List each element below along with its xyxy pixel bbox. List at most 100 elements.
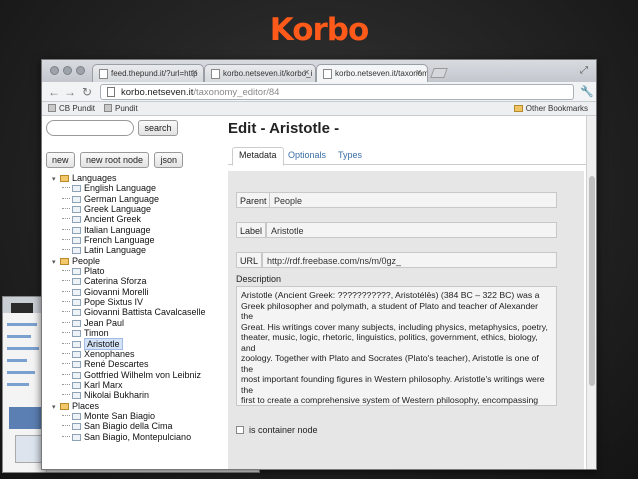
- description-line: first to create a comprehensive system o…: [241, 395, 539, 405]
- tree-node[interactable]: ▾ Languages: [52, 173, 236, 183]
- browser-tab-active[interactable]: korbo.netseven.it/taxonom ✕: [316, 64, 428, 82]
- parent-label: Parent: [236, 192, 271, 208]
- tree-connector: [62, 290, 70, 292]
- tree-node-label: Jean Paul: [84, 317, 125, 328]
- tree-node[interactable]: Xenophanes: [52, 349, 236, 359]
- tree-node[interactable]: Aristotle: [52, 337, 236, 350]
- tree-node-label: Italian Language: [84, 224, 151, 235]
- tree-connector: [62, 218, 70, 220]
- tree-node[interactable]: Ancient Greek: [52, 214, 236, 224]
- leaf-node-icon: [72, 237, 81, 245]
- close-window-icon[interactable]: [50, 66, 59, 75]
- tree-node[interactable]: German Language: [52, 194, 236, 204]
- page-content: search new new root node json ▾ Languages…: [42, 116, 596, 469]
- bookmark-cb-pundit[interactable]: CB Pundit: [48, 104, 95, 113]
- tab-types[interactable]: Types: [332, 148, 368, 162]
- close-tab-icon[interactable]: ✕: [303, 68, 310, 77]
- tree-node[interactable]: René Descartes: [52, 359, 236, 369]
- tree-node[interactable]: English Language: [52, 183, 236, 193]
- tree-connector: [62, 332, 70, 334]
- tree-node[interactable]: Plato: [52, 266, 236, 276]
- address-bar[interactable]: korbo.netseven.it/taxonomy_editor/84: [100, 84, 574, 100]
- reload-icon[interactable]: ↻: [82, 85, 92, 99]
- metadata-panel: Parent People Label Aristotle URL http:/…: [228, 171, 584, 469]
- leaf-node-icon: [72, 340, 81, 348]
- tree-connector: [62, 239, 70, 241]
- tree-node[interactable]: ▾ Places: [52, 401, 236, 411]
- editor-tabs: Metadata Optionals Types: [228, 145, 589, 166]
- tree-node[interactable]: Greek Language: [52, 204, 236, 214]
- url-field[interactable]: http://rdf.freebase.com/ns/m/0gz_: [262, 252, 557, 268]
- tab-optionals[interactable]: Optionals: [282, 148, 332, 162]
- url-row: URL http://rdf.freebase.com/ns/m/0gz_: [236, 252, 557, 268]
- other-bookmarks[interactable]: Other Bookmarks: [513, 104, 588, 113]
- tree-node[interactable]: Giovanni Morelli: [52, 287, 236, 297]
- wrench-icon[interactable]: 🔧: [580, 85, 594, 98]
- close-tab-icon[interactable]: ✕: [415, 68, 422, 77]
- new-root-node-button[interactable]: new root node: [79, 152, 150, 168]
- tree-connector: [62, 228, 70, 230]
- new-button[interactable]: new: [46, 152, 75, 168]
- parent-field[interactable]: People: [269, 192, 557, 208]
- tree-node[interactable]: Nikolai Bukharin: [52, 390, 236, 400]
- description-line: theater, music, logic, rhetoric, linguis…: [241, 332, 538, 353]
- leaf-node-icon: [72, 381, 81, 389]
- tree-node[interactable]: Monte San Biagio: [52, 411, 236, 421]
- scrollbar-thumb[interactable]: [589, 176, 595, 386]
- tree-connector: [62, 425, 70, 427]
- url-label: URL: [236, 252, 263, 268]
- tree-node[interactable]: Latin Language: [52, 245, 236, 255]
- tree-connector: [62, 383, 70, 385]
- tree-node[interactable]: French Language: [52, 235, 236, 245]
- leaf-node-icon: [72, 412, 81, 420]
- window-resize-icon[interactable]: ⤢: [580, 65, 588, 76]
- minimize-window-icon[interactable]: [63, 66, 72, 75]
- page-scrollbar[interactable]: [586, 116, 596, 469]
- json-button[interactable]: json: [154, 152, 183, 168]
- tree-node[interactable]: Karl Marx: [52, 380, 236, 390]
- forward-arrow-icon[interactable]: →: [64, 85, 76, 99]
- thumbnail-logo: [11, 303, 33, 313]
- close-tab-icon[interactable]: ✕: [191, 68, 198, 77]
- tree-node[interactable]: San Biagio, Montepulciano: [52, 432, 236, 442]
- tab-label: korbo.netseven.it/taxonom: [335, 69, 428, 78]
- tree-node[interactable]: Italian Language: [52, 225, 236, 235]
- tree-node[interactable]: Pope Sixtus IV: [52, 297, 236, 307]
- description-textarea[interactable]: Aristotle (Ancient Greek: ???????????, A…: [236, 286, 557, 406]
- tree-node-label: Latin Language: [84, 245, 147, 256]
- tree-node[interactable]: ▾ People: [52, 256, 236, 266]
- thumbnail-image: [15, 435, 43, 463]
- search-input[interactable]: [46, 120, 134, 136]
- browser-tab[interactable]: korbo.netseven.it/korbo_i ✕: [204, 64, 316, 82]
- container-node-checkbox-row[interactable]: is container node: [236, 425, 318, 435]
- browser-tab[interactable]: feed.thepund.it/?url=http ✕: [92, 64, 204, 82]
- tree-node-label: San Biagio, Montepulciano: [84, 431, 192, 442]
- tree-node[interactable]: Timon: [52, 328, 236, 338]
- container-node-checkbox[interactable]: [236, 426, 244, 434]
- tree-node-label: Caterina Sforza: [84, 276, 147, 287]
- tree-node[interactable]: Giovanni Battista Cavalcaselle: [52, 307, 236, 317]
- search-button[interactable]: search: [138, 120, 178, 136]
- zoom-window-icon[interactable]: [76, 66, 85, 75]
- bookmark-pundit[interactable]: Pundit: [104, 104, 138, 113]
- back-arrow-icon[interactable]: ←: [48, 85, 60, 99]
- tree-node[interactable]: Caterina Sforza: [52, 276, 236, 286]
- tab-metadata[interactable]: Metadata: [232, 147, 284, 166]
- tree-node-label: San Biagio della Cima: [84, 421, 173, 432]
- label-field[interactable]: Aristotle: [266, 222, 557, 238]
- leaf-node-icon: [72, 423, 81, 431]
- tree-node[interactable]: San Biagio della Cima: [52, 421, 236, 431]
- tree-node-label: Monte San Biagio: [84, 410, 156, 421]
- leaf-node-icon: [72, 206, 81, 214]
- bookmarks-bar: CB Pundit Pundit Other Bookmarks: [42, 102, 596, 116]
- label-label: Label: [236, 222, 267, 238]
- tree-node[interactable]: Gottfried Wilhelm von Leibniz: [52, 370, 236, 380]
- folder-icon: [60, 402, 69, 410]
- leaf-node-icon: [72, 371, 81, 379]
- tree-node-label: Places: [72, 400, 100, 411]
- tree-node[interactable]: Jean Paul: [52, 318, 236, 328]
- tree-connector: [62, 414, 70, 416]
- description-line: morality, aesthetics, logic, science, po…: [241, 406, 552, 407]
- tree-connector: [62, 373, 70, 375]
- new-tab-button[interactable]: [430, 68, 448, 78]
